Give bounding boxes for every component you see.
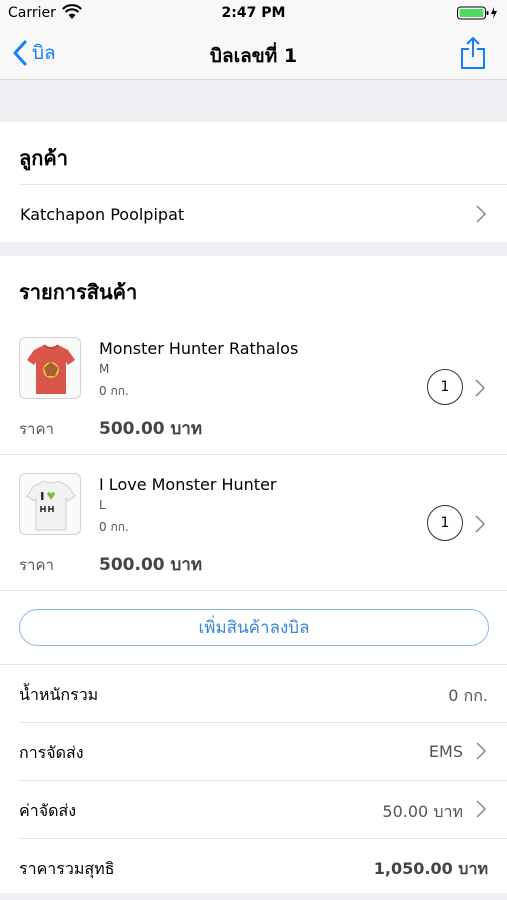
page-title: บิลเลขที่ 1	[209, 45, 298, 67]
price-value: 500.00 บาท	[99, 555, 203, 575]
quantity-badge[interactable]: 1	[427, 369, 463, 405]
divider	[0, 590, 507, 591]
total-weight-label: น้ำหนักรวม	[19, 685, 99, 704]
net-total-value: 1,050.00 บาท	[373, 859, 488, 878]
status-bar: Carrier 2:47 PM	[0, 0, 507, 28]
shipping-label: การจัดส่ง	[19, 743, 84, 762]
product-weight: 0 กก.	[99, 520, 129, 534]
chevron-right-icon	[476, 800, 487, 818]
product-image	[19, 473, 81, 535]
chevron-right-icon	[475, 379, 486, 397]
share-icon[interactable]	[459, 36, 487, 70]
items-section-title: รายการสินค้า	[19, 280, 138, 304]
battery-icon	[457, 6, 497, 20]
chevron-right-icon	[475, 515, 486, 533]
price-label: ราคา	[19, 420, 54, 438]
bottom-separator	[0, 893, 507, 900]
product-weight: 0 กก.	[99, 384, 129, 398]
product-size: L	[99, 498, 106, 512]
price-value: 500.00 บาท	[99, 419, 203, 439]
total-weight-value: 0 กก.	[448, 686, 488, 705]
product-name: I Love Monster Hunter	[99, 475, 277, 494]
chevron-right-icon	[476, 205, 487, 223]
product-name: Monster Hunter Rathalos	[99, 339, 299, 358]
divider	[0, 664, 507, 665]
shipping-cost-label: ค่าจัดส่ง	[19, 801, 77, 820]
navigation-bar: บิล บิลเลขที่ 1	[0, 28, 507, 80]
price-label: ราคา	[19, 556, 54, 574]
product-size: M	[99, 362, 110, 376]
shipping-cost-value: 50.00 บาท	[382, 802, 463, 821]
net-total-label: ราคารวมสุทธิ	[19, 859, 115, 878]
clock: 2:47 PM	[221, 5, 286, 21]
chevron-right-icon	[476, 742, 487, 760]
product-image	[19, 337, 81, 399]
divider	[19, 838, 507, 839]
shipping-value: EMS	[428, 742, 463, 761]
add-item-button[interactable]: เพิ่มสินค้าลงบิล	[19, 609, 489, 646]
quantity-badge[interactable]: 1	[427, 505, 463, 541]
customer-section-title: ลูกค้า	[19, 146, 68, 170]
customer-name: Katchapon Poolpipat	[20, 205, 185, 224]
